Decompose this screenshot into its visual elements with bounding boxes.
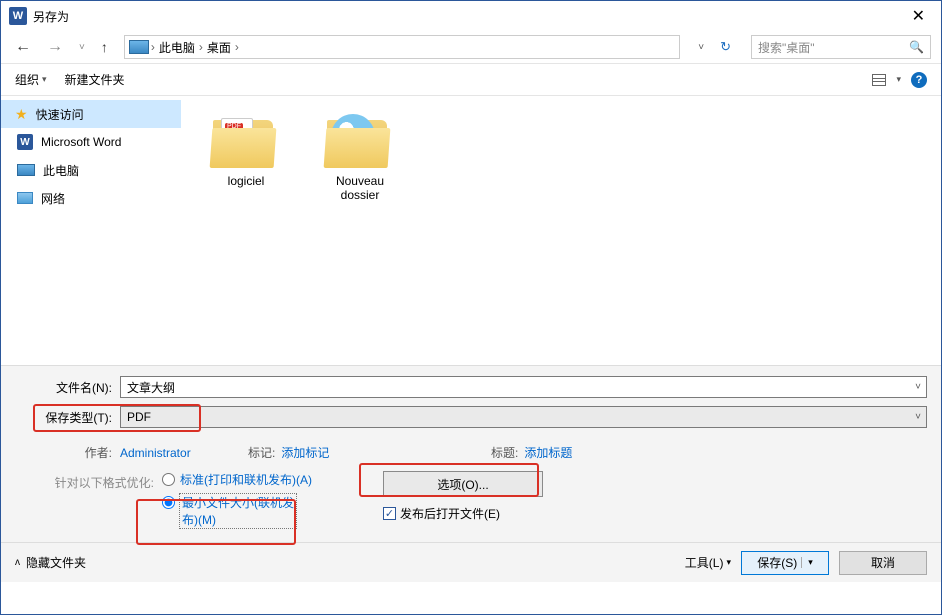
publish-after-checkbox[interactable]: ✓ 发布后打开文件(E) — [383, 505, 543, 522]
help-button[interactable]: ? — [911, 72, 927, 88]
author-label: 作者: — [15, 444, 120, 461]
view-mode-dropdown[interactable]: ▾ — [896, 74, 901, 85]
sidebar-item-label: 快速访问 — [36, 106, 84, 123]
new-folder-button[interactable]: 新建文件夹 — [65, 71, 125, 88]
folder-item[interactable]: logiciel — [201, 112, 291, 188]
checkbox-icon: ✓ — [383, 507, 396, 520]
sidebar-item-word[interactable]: W Microsoft Word — [1, 128, 181, 156]
filename-label: 文件名(N): — [15, 379, 120, 396]
options-button[interactable]: 选项(O)... — [383, 471, 543, 497]
sidebar-item-label: 网络 — [41, 190, 65, 207]
network-icon — [17, 192, 33, 204]
window-title: 另存为 — [33, 8, 69, 25]
up-button[interactable]: ↑ — [97, 39, 112, 55]
footer: ʌ 隐藏文件夹 工具(L) ▾ 保存(S) ▾ 取消 — [1, 542, 941, 582]
nav-bar: ← → ˅ ↑ › 此电脑 › 桌面 › ˅ ↻ 搜索"桌面" 🔍 — [1, 31, 941, 63]
history-dropdown[interactable]: ˅ — [75, 42, 89, 53]
save-form: 文件名(N): ˅ 保存类型(T): ˅ 作者: Administrator 标… — [1, 365, 941, 542]
view-mode-button[interactable] — [872, 74, 886, 86]
breadcrumb-bar[interactable]: › 此电脑 › 桌面 › — [124, 35, 680, 59]
forward-button[interactable]: → — [43, 38, 67, 56]
word-icon: W — [17, 134, 33, 150]
title-label: 标题: — [491, 444, 518, 461]
breadcrumb-item[interactable]: 此电脑 — [157, 39, 197, 56]
search-icon: 🔍 — [909, 40, 924, 54]
breadcrumb-item[interactable]: 桌面 — [205, 39, 233, 56]
toolbar: 组织 ▾ 新建文件夹 ▾ ? — [1, 63, 941, 95]
sidebar-item-network[interactable]: 网络 — [1, 184, 181, 212]
tools-dropdown[interactable]: 工具(L) ▾ — [685, 554, 731, 571]
folder-label: Nouveau dossier — [315, 174, 405, 202]
search-placeholder: 搜索"桌面" — [758, 39, 815, 56]
computer-icon — [129, 40, 149, 54]
radio-minimum[interactable]: 最小文件大小(联机发布)(M) — [162, 494, 312, 528]
folder-label: logiciel — [228, 174, 265, 188]
star-icon: ★ — [15, 106, 28, 123]
hide-folders-toggle[interactable]: ʌ 隐藏文件夹 — [15, 554, 86, 571]
sidebar-item-quick-access[interactable]: ★ 快速访问 — [1, 100, 181, 128]
tag-value[interactable]: 添加标记 — [281, 444, 329, 461]
titlebar: W 另存为 ✕ — [1, 1, 941, 31]
folder-item[interactable]: Nouveau dossier — [315, 112, 405, 202]
author-value[interactable]: Administrator — [120, 446, 191, 460]
sidebar-item-label: 此电脑 — [43, 162, 79, 179]
savetype-label: 保存类型(T): — [15, 409, 120, 426]
search-input[interactable]: 搜索"桌面" 🔍 — [751, 35, 931, 59]
close-button[interactable]: ✕ — [904, 6, 933, 26]
word-app-icon: W — [9, 7, 27, 25]
tag-label: 标记: — [248, 444, 275, 461]
radio-standard[interactable]: 标准(打印和联机发布)(A) — [162, 471, 312, 488]
optimize-label: 针对以下格式优化: — [15, 471, 162, 534]
back-button[interactable]: ← — [11, 38, 35, 56]
cancel-button[interactable]: 取消 — [839, 551, 927, 575]
file-list[interactable]: logiciel Nouveau dossier — [181, 96, 941, 365]
savetype-select[interactable] — [120, 406, 927, 428]
organize-button[interactable]: 组织 ▾ — [15, 71, 47, 88]
sidebar-item-this-pc[interactable]: 此电脑 — [1, 156, 181, 184]
monitor-icon — [17, 164, 35, 176]
sidebar: ★ 快速访问 W Microsoft Word 此电脑 网络 — [1, 96, 181, 365]
breadcrumb-dropdown[interactable]: ˅ — [692, 42, 710, 53]
save-button[interactable]: 保存(S) ▾ — [741, 551, 829, 575]
main-area: ★ 快速访问 W Microsoft Word 此电脑 网络 logiciel — [1, 95, 941, 365]
refresh-button[interactable]: ↻ — [714, 39, 737, 55]
title-value[interactable]: 添加标题 — [524, 444, 572, 461]
sidebar-item-label: Microsoft Word — [41, 135, 121, 149]
filename-input[interactable] — [120, 376, 927, 398]
